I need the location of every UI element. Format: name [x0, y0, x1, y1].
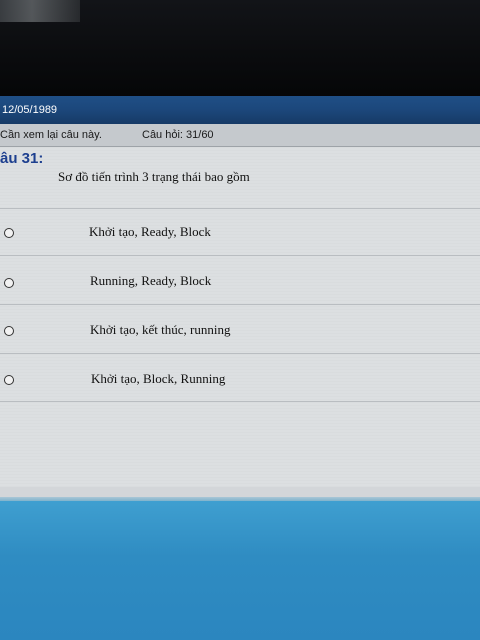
desktop-background: [0, 501, 480, 640]
background-reflection: [0, 0, 80, 22]
header-date: 12/05/1989: [2, 104, 58, 116]
divider: [0, 401, 480, 402]
radio-button-3[interactable]: [4, 326, 14, 336]
radio-button-4[interactable]: [4, 375, 14, 385]
question-number: âu 31:: [0, 150, 44, 167]
header-bar: 12/05/1989: [0, 96, 480, 124]
question-text: Sơ đồ tiến trình 3 trạng thái bao gồm: [58, 169, 250, 184]
answer-option-4-label: Khởi tạo, Block, Running: [91, 371, 226, 386]
answer-option-3[interactable]: Khởi tạo, kết thúc, running: [0, 305, 480, 351]
monitor-bezel: [0, 0, 480, 100]
review-flag-label[interactable]: Cần xem lại câu này.: [0, 129, 102, 141]
info-bar: Cần xem lại câu này. Câu hỏi: 31/60: [0, 124, 480, 147]
answer-option-4[interactable]: Khởi tạo, Block, Running: [0, 354, 480, 400]
answer-option-3-label: Khởi tạo, kết thúc, running: [90, 322, 231, 337]
answer-option-1[interactable]: Khởi tạo, Ready, Block: [0, 209, 480, 255]
answer-option-1-label: Khởi tạo, Ready, Block: [89, 224, 211, 239]
window-footer: [0, 487, 480, 497]
question-panel: âu 31: Sơ đồ tiến trình 3 trạng thái bao…: [0, 147, 480, 487]
question-counter: Câu hỏi: 31/60: [142, 129, 214, 141]
exam-window: 12/05/1989 Cần xem lại câu này. Câu hỏi:…: [0, 96, 480, 640]
radio-button-1[interactable]: [4, 228, 14, 238]
radio-button-2[interactable]: [4, 278, 14, 288]
answer-option-2-label: Running, Ready, Block: [90, 273, 212, 288]
answer-option-2[interactable]: Running, Ready, Block: [0, 256, 480, 302]
